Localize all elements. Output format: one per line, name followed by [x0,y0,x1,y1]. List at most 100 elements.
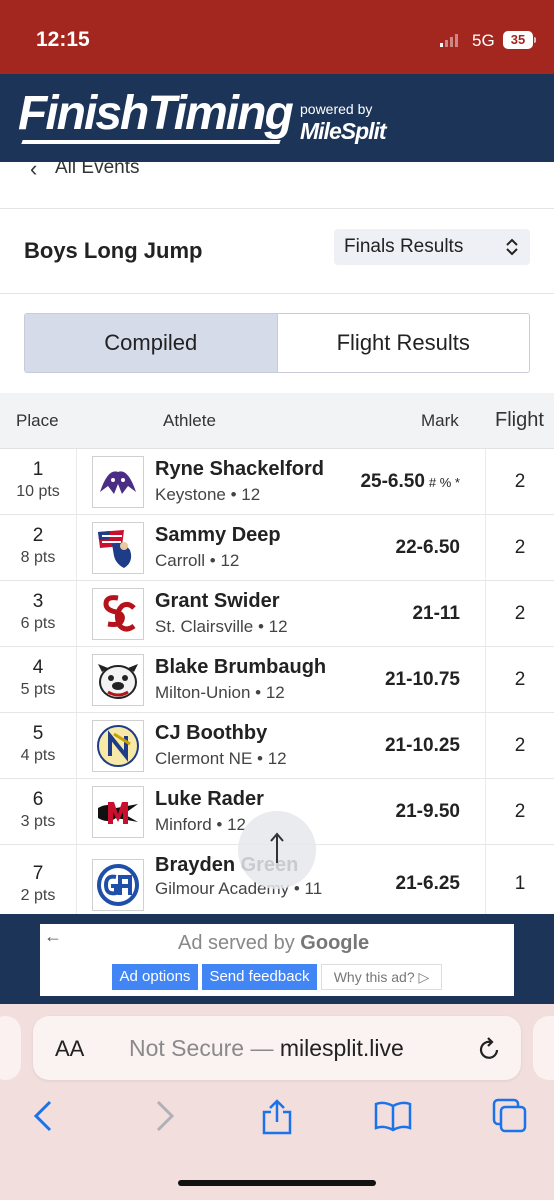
why-this-ad-button[interactable]: Why this ad? ▷ [321,964,442,990]
flight-results-tab[interactable]: Flight Results [277,314,529,372]
athlete-name-link[interactable]: Sammy Deep [155,524,281,547]
status-time: 12:15 [36,28,90,51]
scroll-to-top-button[interactable] [238,811,316,889]
flight: 2 [514,471,526,492]
flight: 2 [514,669,526,690]
athlete-team: Keystone • 12 [155,485,261,504]
reload-icon[interactable] [476,1034,502,1067]
logo-underline [21,140,281,144]
results-select-value: Finals Results [344,236,464,257]
ad-served-label: Ad served by Google [178,932,370,954]
address-bar[interactable]: AA Not Secure — milesplit.live [33,1016,521,1080]
network-type: 5G [472,31,495,50]
flight: 2 [514,801,526,822]
results-type-select[interactable]: Finals Results [334,229,530,265]
points: 6 pts [20,615,56,632]
forward-icon[interactable] [152,1098,178,1139]
finishtiming-logo[interactable]: FinishTiming [18,90,294,138]
falcon-logo-icon [92,786,144,838]
place: 7 [32,863,44,884]
mark: 21-9.50 [395,801,460,822]
powered-by-label: powered by [300,101,373,117]
status-bar: 12:15 5G 35 [0,0,554,74]
url-display: Not Secure — milesplit.live [129,1035,404,1061]
points: 4 pts [20,747,56,764]
results-table-header: Place Athlete Mark Flight [0,393,554,449]
bookmarks-icon[interactable] [374,1098,412,1139]
share-icon[interactable] [261,1098,293,1141]
flight: 2 [514,537,526,558]
mark: 25-6.50 # % * [360,471,460,492]
points: 5 pts [20,681,56,698]
athlete-team: Carroll • 12 [155,551,240,570]
arrow-up-icon [269,831,285,870]
athlete-team: Clermont NE • 12 [155,749,287,768]
previous-tab[interactable] [0,1016,21,1080]
table-row[interactable]: 2 8 pts Sammy Deep Carroll • 12 22-6.50 … [0,515,554,581]
mark: 21-10.25 [384,735,460,756]
mark: 21-10.75 [384,669,460,690]
table-row[interactable]: 5 4 pts CJ Boothby Clermont NE • 12 21-1… [0,713,554,779]
table-row[interactable]: 3 6 pts Grant Swider St. Clairsville • 1… [0,581,554,647]
signal-icon [440,33,458,47]
mark: 21-11 [412,603,460,624]
ad-container: ← Ad served by Google Ad options Send fe… [40,924,514,996]
table-row[interactable]: 1 10 pts Ryne Shackelford Keystone • 12 … [0,449,554,515]
points: 10 pts [16,483,60,500]
site-header: FinishTiming powered by MileSplit [0,74,554,162]
chevron-updown-icon [504,237,520,262]
athlete-name-link[interactable]: Luke Rader [155,788,264,811]
place: 1 [32,459,44,480]
flight: 1 [514,873,526,894]
header-place[interactable]: Place [16,411,59,431]
home-indicator [178,1180,376,1186]
send-feedback-button[interactable]: Send feedback [202,964,317,990]
reader-settings-button[interactable]: AA [55,1036,84,1062]
place: 2 [32,525,44,546]
patriot-logo-icon [92,522,144,574]
compiled-tab[interactable]: Compiled [25,314,278,372]
ad-options-button[interactable]: Ad options [112,964,198,990]
event-title: Boys Long Jump [24,238,203,263]
place: 4 [32,657,44,678]
wildcat-logo-icon [92,456,144,508]
flight: 2 [514,735,526,756]
athlete-name-link[interactable]: Blake Brumbaugh [155,656,326,679]
athlete-name-link[interactable]: Grant Swider [155,590,279,613]
arrow-left-icon[interactable]: ← [44,926,62,947]
tabs-icon[interactable] [492,1098,528,1139]
header-mark[interactable]: Mark [421,411,459,431]
athlete-team: St. Clairsville • 12 [155,617,288,636]
mark: 22-6.50 [395,537,460,558]
place: 6 [32,789,44,810]
points: 3 pts [20,813,56,830]
chevron-left-icon: ‹ [30,162,38,181]
battery-icon: 35 [503,31,536,49]
ga-logo-icon [92,859,144,911]
back-link[interactable]: ‹ All Events [0,162,554,184]
rockets-logo-icon [92,720,144,772]
flight: 2 [514,603,526,624]
view-toggle: Compiled Flight Results [24,313,530,373]
place: 5 [32,723,44,744]
athlete-team: Milton-Union • 12 [155,683,285,702]
place: 3 [32,591,44,612]
athlete-name-link[interactable]: CJ Boothby [155,722,267,745]
header-flight[interactable]: Flight [495,409,544,432]
mark-flags: # % * [428,475,460,490]
next-tab[interactable] [533,1016,554,1080]
back-link-label: All Events [55,162,140,178]
points: 2 pts [20,887,56,904]
athlete-name-link[interactable]: Ryne Shackelford [155,458,324,481]
table-row[interactable]: 4 5 pts Blake Brumbaugh Milton-Union • 1… [0,647,554,713]
points: 8 pts [20,549,56,566]
athlete-team: Gilmour Academy • 11 [155,879,323,898]
mark: 21-6.25 [395,873,460,894]
sc-logo-icon [92,588,144,640]
divider [0,293,554,294]
athlete-team: Minford • 12 [155,815,246,834]
divider [0,208,554,209]
header-athlete[interactable]: Athlete [163,411,216,431]
back-icon[interactable] [30,1098,56,1139]
milesplit-logo[interactable]: MileSplit [300,118,387,145]
